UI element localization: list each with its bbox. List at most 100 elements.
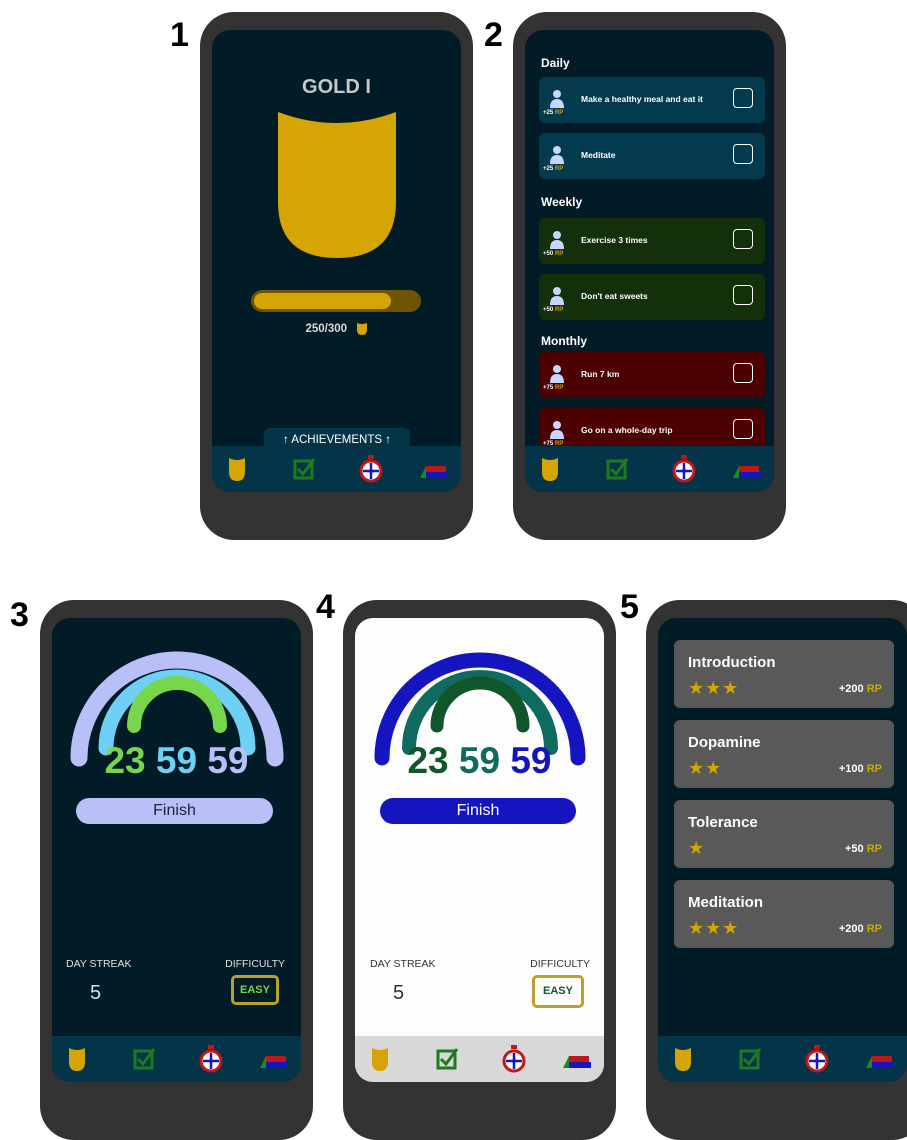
- rank-shield-icon: [278, 112, 396, 258]
- rank-title: GOLD I: [302, 76, 371, 98]
- timer-display: 23 59 59: [355, 742, 604, 779]
- task-item[interactable]: +25 RP Meditate: [539, 133, 765, 179]
- task-item[interactable]: +25 RP Make a healthy meal and eat it: [539, 77, 765, 123]
- task-label: Exercise 3 times: [581, 235, 648, 245]
- achievements-screen: Introduction ★★★ +200 RP Dopamine ★★ +10…: [658, 618, 907, 1082]
- timer-hours: 23: [104, 740, 146, 781]
- task-label: Don't eat sweets: [581, 291, 648, 301]
- screen-number-5: 5: [620, 588, 639, 626]
- achievement-title: Tolerance: [688, 814, 758, 831]
- phone-4-frame: 23 59 59 Finish DAY STREAK DIFFICULTY 5 …: [343, 600, 616, 1140]
- rank-progress-text: 250/300: [305, 322, 348, 335]
- section-daily: Daily: [541, 56, 570, 70]
- task-checkbox[interactable]: [733, 419, 753, 439]
- task-checkbox[interactable]: [733, 363, 753, 383]
- section-monthly: Monthly: [541, 334, 587, 348]
- achievement-card[interactable]: Tolerance ★ +50 RP: [674, 800, 894, 868]
- books-icon[interactable]: [862, 1044, 896, 1074]
- task-item[interactable]: +50 RP Exercise 3 times: [539, 218, 765, 264]
- phone-2-frame: Daily +25 RP Make a healthy meal and eat…: [513, 12, 786, 540]
- stopwatch-icon[interactable]: [196, 1044, 226, 1074]
- task-label: Make a healthy meal and eat it: [581, 94, 703, 104]
- stopwatch-icon[interactable]: [499, 1044, 529, 1074]
- day-streak-label: DAY STREAK: [370, 958, 436, 970]
- small-shield-icon: [356, 322, 367, 335]
- task-label: Go on a whole-day trip: [581, 425, 673, 435]
- timer-minutes: 59: [458, 740, 501, 781]
- task-points: +75 RP: [543, 385, 564, 391]
- achievement-card[interactable]: Introduction ★★★ +200 RP: [674, 640, 894, 708]
- person-icon: [549, 364, 565, 384]
- achievement-card[interactable]: Dopamine ★★ +100 RP: [674, 720, 894, 788]
- finish-button[interactable]: Finish: [380, 798, 576, 824]
- finish-button[interactable]: Finish: [76, 798, 273, 824]
- timer-minutes: 59: [155, 740, 198, 781]
- task-item[interactable]: +75 RP Run 7 km: [539, 352, 765, 398]
- books-icon[interactable]: [416, 454, 450, 484]
- difficulty-label: DIFFICULTY: [530, 958, 590, 970]
- screen-number-2: 2: [484, 16, 503, 54]
- task-checkbox[interactable]: [733, 88, 753, 108]
- task-label: Run 7 km: [581, 369, 620, 379]
- rank-shield-icon[interactable]: [62, 1044, 92, 1074]
- timer-seconds: 59: [510, 740, 552, 781]
- task-checkbox[interactable]: [733, 144, 753, 164]
- person-icon: [549, 145, 565, 165]
- section-weekly: Weekly: [541, 195, 583, 209]
- difficulty-badge[interactable]: EASY: [532, 975, 584, 1008]
- screen-number-3: 3: [10, 596, 29, 634]
- rank-progress-fill: [254, 293, 391, 309]
- bottom-nav: [658, 1036, 907, 1082]
- person-icon: [549, 420, 565, 440]
- rank-shield-icon[interactable]: [535, 454, 565, 484]
- task-points: +50 RP: [543, 251, 564, 257]
- phone-3-frame: 23 59 59 Finish DAY STREAK DIFFICULTY 5 …: [40, 600, 313, 1140]
- task-points: +50 RP: [543, 307, 564, 313]
- stopwatch-icon[interactable]: [802, 1044, 832, 1074]
- achievement-points: +100 RP: [838, 763, 882, 775]
- day-streak-value: 5: [90, 982, 102, 1004]
- person-icon: [549, 230, 565, 250]
- person-icon: [549, 286, 565, 306]
- bottom-nav: [525, 446, 774, 492]
- rank-shield-icon[interactable]: [668, 1044, 698, 1074]
- achievement-stars: ★★★: [688, 918, 740, 938]
- books-icon[interactable]: [256, 1044, 290, 1074]
- achievement-stars: ★★: [688, 758, 723, 778]
- rank-shield-icon[interactable]: [222, 454, 252, 484]
- screen-number-1: 1: [170, 16, 189, 54]
- task-label: Meditate: [581, 150, 616, 160]
- checkbox-icon[interactable]: [602, 454, 632, 484]
- books-icon[interactable]: [729, 454, 763, 484]
- checkbox-icon[interactable]: [735, 1044, 765, 1074]
- checkbox-icon[interactable]: [129, 1044, 159, 1074]
- achievement-title: Introduction: [688, 654, 776, 671]
- task-checkbox[interactable]: [733, 285, 753, 305]
- task-checkbox[interactable]: [733, 229, 753, 249]
- phone-5-frame: Introduction ★★★ +200 RP Dopamine ★★ +10…: [646, 600, 907, 1140]
- achievement-points: +200 RP: [838, 923, 882, 935]
- timer-screen-dark: 23 59 59 Finish DAY STREAK DIFFICULTY 5 …: [52, 618, 301, 1082]
- difficulty-label: DIFFICULTY: [225, 958, 285, 970]
- achievement-stars: ★: [688, 838, 706, 858]
- books-icon[interactable]: [559, 1044, 593, 1074]
- achievement-title: Meditation: [688, 894, 763, 911]
- difficulty-badge[interactable]: EASY: [231, 975, 279, 1005]
- achievement-title: Dopamine: [688, 734, 761, 751]
- screen-number-4: 4: [316, 588, 335, 626]
- achievement-points: +50 RP: [844, 843, 882, 855]
- phone-1-frame: GOLD I 250/300 ↑ ACHIEVEMENTS ↑: [200, 12, 473, 540]
- checkbox-icon[interactable]: [432, 1044, 462, 1074]
- achievement-points: +200 RP: [838, 683, 882, 695]
- achievement-card[interactable]: Meditation ★★★ +200 RP: [674, 880, 894, 948]
- achievement-stars: ★★★: [688, 678, 740, 698]
- rank-progress-bar: [251, 290, 421, 312]
- rank-screen: GOLD I 250/300 ↑ ACHIEVEMENTS ↑: [212, 30, 461, 492]
- task-item[interactable]: +50 RP Don't eat sweets: [539, 274, 765, 320]
- checkbox-icon[interactable]: [289, 454, 319, 484]
- timer-display: 23 59 59: [52, 742, 301, 779]
- stopwatch-icon[interactable]: [356, 454, 386, 484]
- day-streak-label: DAY STREAK: [66, 958, 132, 970]
- stopwatch-icon[interactable]: [669, 454, 699, 484]
- rank-shield-icon[interactable]: [365, 1044, 395, 1074]
